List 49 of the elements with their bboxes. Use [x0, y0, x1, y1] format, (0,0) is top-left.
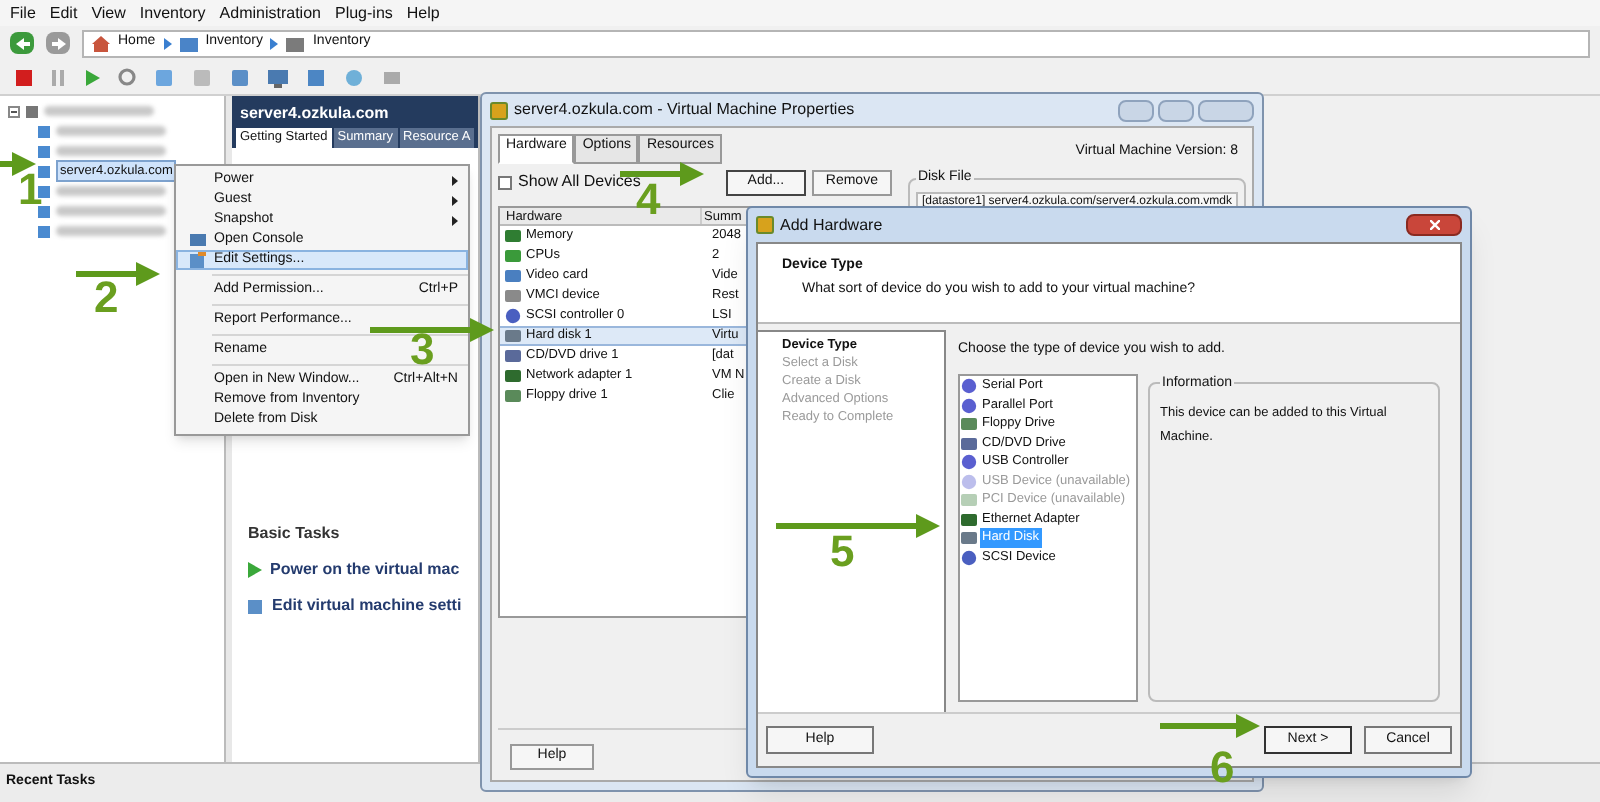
window-title: server4.ozkula.com - Virtual Machine Properties — [514, 98, 857, 122]
stop-icon[interactable] — [16, 69, 32, 85]
play-icon — [248, 562, 262, 578]
blurred-label[interactable] — [56, 146, 166, 156]
annotation-arrow — [1160, 714, 1260, 738]
left-arrow-icon — [15, 37, 29, 49]
menu-item[interactable]: View — [91, 1, 126, 25]
minimize-button[interactable] — [1118, 99, 1154, 121]
step-number: 5 — [830, 530, 855, 574]
panel-title: server4.ozkula.com — [238, 102, 391, 126]
task-link[interactable]: Power on the virtual mac — [270, 558, 460, 582]
blurred-label[interactable] — [56, 186, 166, 196]
monitor-icon[interactable] — [268, 67, 288, 87]
close-button[interactable] — [1406, 214, 1462, 236]
house-icon — [92, 35, 110, 51]
back-button[interactable] — [10, 32, 34, 54]
forward-button[interactable] — [46, 32, 70, 54]
pause-icon[interactable] — [50, 69, 66, 85]
window-title: Add Hardware — [780, 213, 885, 237]
menu-item[interactable]: Help — [406, 1, 440, 25]
menu-item[interactable]: Administration — [219, 1, 321, 25]
step-number: 3 — [410, 328, 435, 372]
blurred-label[interactable] — [56, 126, 166, 136]
menu-item[interactable]: Edit — [49, 1, 78, 25]
vm-icon — [756, 216, 774, 234]
monitor-icon — [190, 232, 206, 248]
step-number: 1 — [18, 168, 43, 212]
play-icon[interactable] — [84, 69, 100, 85]
annotation-arrow — [0, 152, 36, 176]
show-all-checkbox[interactable]: Show All Devices — [498, 170, 641, 194]
task-link[interactable]: Edit virtual machine setti — [272, 594, 462, 618]
blurred-label[interactable] — [56, 226, 166, 236]
chevron-icon — [270, 37, 279, 49]
menu-item[interactable]: Plug-ins — [334, 1, 393, 25]
section-title: Basic Tasks — [248, 522, 342, 546]
maximize-button[interactable] — [1158, 99, 1194, 121]
menu-item[interactable]: Inventory — [139, 1, 206, 25]
step-number: 2 — [94, 276, 119, 320]
collapse-icon[interactable] — [8, 105, 20, 117]
blurred-label[interactable] — [44, 106, 154, 116]
server-icon — [24, 103, 40, 119]
chevron-icon — [163, 37, 172, 49]
step-number: 6 — [1210, 746, 1235, 790]
menu-item[interactable]: File — [10, 1, 36, 25]
close-icon — [1429, 220, 1439, 230]
right-arrow-icon — [51, 37, 65, 49]
blurred-label[interactable] — [56, 206, 166, 216]
checkbox[interactable] — [498, 175, 512, 189]
vm-icon — [490, 101, 508, 119]
